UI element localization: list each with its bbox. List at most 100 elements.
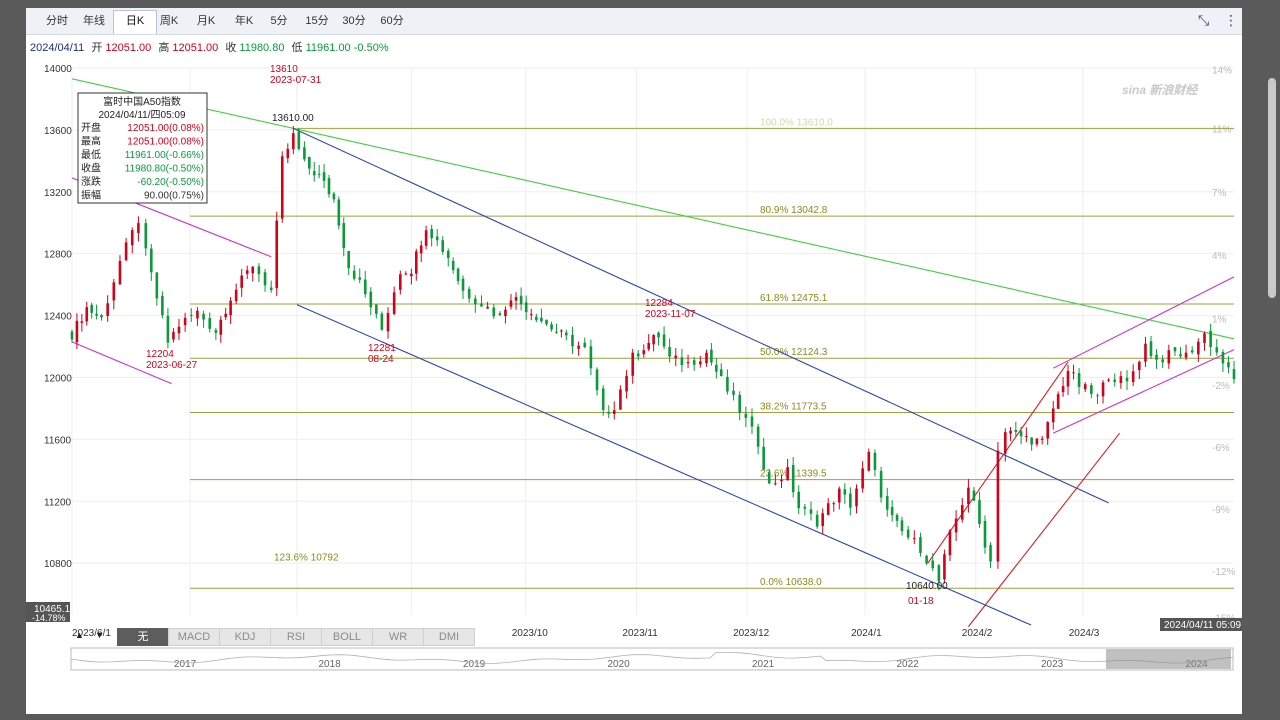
candle-body <box>112 282 116 301</box>
candle-50 <box>347 250 350 276</box>
indicator-tab-5[interactable]: WR <box>372 628 424 646</box>
fib-pct: 50.0% <box>760 347 791 358</box>
y-tick-2: 13200 <box>44 188 72 199</box>
indicator-down-button[interactable]: ▼ <box>95 630 104 640</box>
candle-143 <box>873 449 877 477</box>
candle-body <box>1030 437 1033 445</box>
candle-body <box>85 307 89 322</box>
pct-tick-8: -12% <box>1212 567 1235 578</box>
candle-179 <box>1077 368 1081 395</box>
candle-body <box>380 313 384 330</box>
candle-body <box>732 390 735 395</box>
candle-body <box>931 560 935 569</box>
candle-113 <box>699 355 702 368</box>
candle-75 <box>486 301 489 309</box>
indicator-tab-4[interactable]: BOLL <box>321 628 373 646</box>
candle-body <box>75 320 79 343</box>
pct-tick-0: 14% <box>1212 66 1232 77</box>
candle-body <box>972 490 976 501</box>
candle-129 <box>791 457 795 498</box>
x-tick-9: 2024/3 <box>1069 628 1100 639</box>
candle-body <box>861 468 864 489</box>
candle-body <box>797 491 801 509</box>
candle-5 <box>95 304 98 320</box>
candle-body <box>1197 341 1200 355</box>
x-tick-5: 2023/11 <box>622 628 658 639</box>
tooltip-row-value: 11961.00(-0.66%) <box>125 150 204 161</box>
candle-body <box>451 260 455 270</box>
price-label-2: 12204 <box>146 349 174 360</box>
page-scrollbar[interactable] <box>1268 78 1276 298</box>
candle-193 <box>1161 355 1164 368</box>
candlestick-chart[interactable]: 2023/6/12023/72023/82023/92023/102023/11… <box>26 8 1242 714</box>
candle-body <box>1107 379 1110 381</box>
candle-body <box>625 375 628 392</box>
candle-body <box>1061 386 1065 393</box>
candle-body <box>386 312 390 332</box>
candle-149 <box>906 525 910 540</box>
candle-body <box>509 300 513 307</box>
candle-76 <box>492 304 496 319</box>
fib-value: 13042.8 <box>791 205 828 216</box>
navigator-year-3: 2020 <box>608 659 631 670</box>
candle-body <box>404 273 408 275</box>
candle-body <box>1179 354 1182 357</box>
candle-29 <box>234 283 238 305</box>
candle-202 <box>1215 339 1219 356</box>
candle-body <box>705 352 708 364</box>
candle-body <box>308 156 311 169</box>
candle-145 <box>885 487 889 517</box>
candle-body <box>1125 377 1129 382</box>
candle-body <box>954 518 958 533</box>
candle-body <box>912 538 916 540</box>
candle-body <box>668 346 671 357</box>
candle-148 <box>900 516 904 536</box>
candle-body <box>906 529 910 538</box>
candle-body <box>535 316 538 321</box>
candle-body <box>786 467 789 481</box>
candle-16 <box>161 291 164 319</box>
candle-205 <box>1232 360 1236 384</box>
candle-body <box>738 394 741 413</box>
tooltip-row-label: 最高 <box>81 135 101 148</box>
candle-109 <box>674 348 678 367</box>
candle-48 <box>337 196 341 230</box>
candle-body <box>480 303 483 307</box>
indicator-tab-2[interactable]: KDJ <box>219 628 271 646</box>
indicator-tab-6[interactable]: DMI <box>423 628 475 646</box>
candle-177 <box>1066 364 1070 395</box>
pct-tick-6: -6% <box>1212 443 1230 454</box>
candle-119 <box>732 382 735 401</box>
candle-63 <box>419 240 423 263</box>
candle-15 <box>155 271 159 306</box>
price-label-date-0: 2023-07-31 <box>270 75 322 86</box>
candle-body <box>327 178 331 195</box>
fib-value: 10638.0 <box>786 577 823 588</box>
candle-body <box>410 273 413 277</box>
candle-100 <box>625 370 628 399</box>
indicator-tab-1[interactable]: MACD <box>168 628 220 646</box>
candle-body <box>780 479 783 482</box>
candle-body <box>446 250 450 258</box>
indicator-up-button[interactable]: ▲ <box>75 630 84 640</box>
candle-89 <box>560 329 563 338</box>
candle-body <box>1040 438 1044 440</box>
candle-162 <box>983 515 987 554</box>
candle-115 <box>710 343 713 366</box>
candle-body <box>1035 438 1039 445</box>
candle-body <box>1173 347 1177 352</box>
candle-body <box>95 313 98 316</box>
candle-body <box>435 236 439 241</box>
candle-68 <box>446 248 450 267</box>
candle-13 <box>144 218 148 256</box>
candle-body <box>855 488 858 507</box>
candle-body <box>612 410 616 415</box>
pct-tick-2: 7% <box>1212 188 1227 199</box>
candle-body <box>144 223 148 249</box>
candle-3 <box>85 301 89 326</box>
candle-body <box>275 220 279 289</box>
indicator-tab-0[interactable]: 无 <box>117 628 169 646</box>
candle-body <box>257 266 261 275</box>
indicator-tab-3[interactable]: RSI <box>270 628 322 646</box>
candle-104 <box>647 334 650 352</box>
